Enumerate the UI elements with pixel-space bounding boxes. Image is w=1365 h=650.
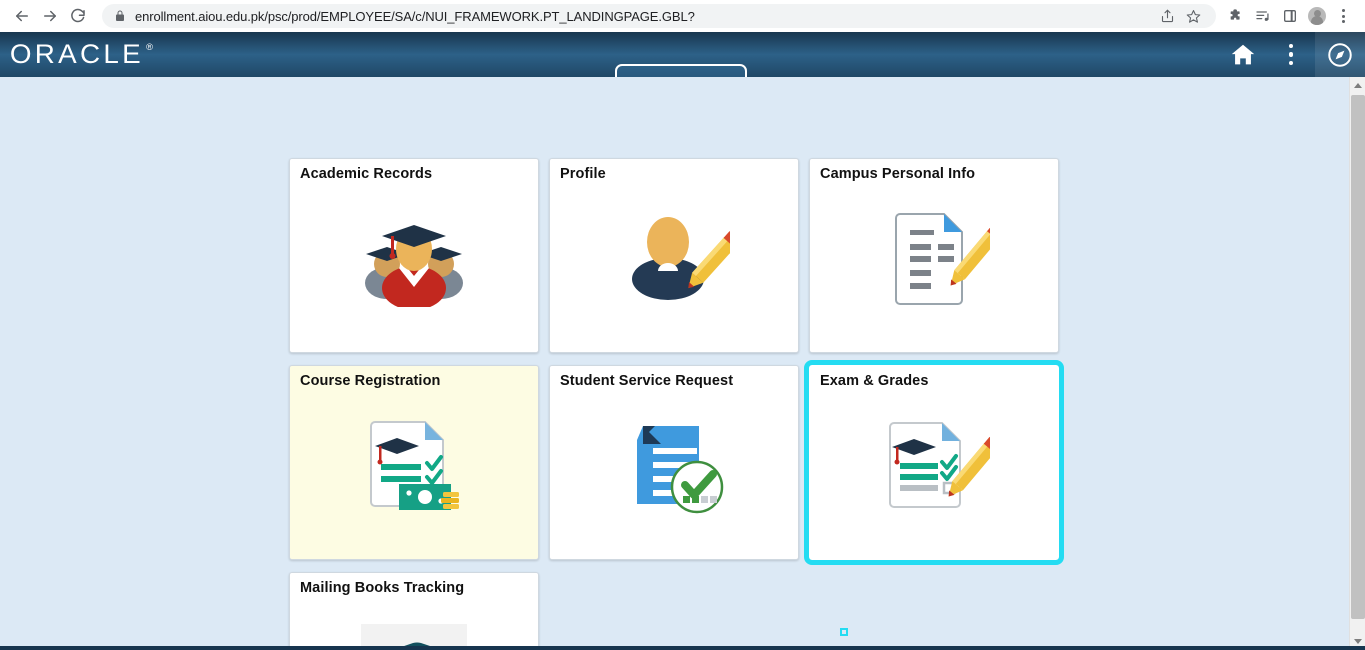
oracle-app-header: ORACLE ® Homepage	[0, 32, 1365, 105]
tile-student-service-request[interactable]: Student Service Request	[549, 365, 799, 560]
avatar[interactable]	[1303, 3, 1330, 29]
side-panel-icon[interactable]	[1276, 3, 1303, 29]
lock-icon	[114, 10, 126, 22]
scroll-down-arrow-icon	[1354, 639, 1362, 644]
actions-three-dot-icon[interactable]	[1267, 32, 1315, 77]
homepage-content: Academic Records Profile Campus Personal…	[0, 77, 1365, 650]
scroll-up-arrow-icon	[1354, 83, 1362, 88]
blue-document-check-icon	[550, 412, 798, 517]
bottom-strip	[0, 646, 1365, 650]
scroll-up-button[interactable]	[1350, 77, 1365, 94]
puzzle-icon[interactable]	[1222, 3, 1249, 29]
compass-navbar-icon[interactable]	[1315, 32, 1365, 77]
address-bar[interactable]: enrollment.aiou.edu.pk/psc/prod/EMPLOYEE…	[102, 4, 1216, 28]
person-pencil-icon	[550, 205, 798, 310]
tile-academic-records[interactable]: Academic Records	[289, 158, 539, 353]
tile-exam-and-grades[interactable]: Exam & Grades	[804, 360, 1064, 565]
tile-title: Mailing Books Tracking	[300, 580, 465, 596]
oracle-logo: ORACLE ®	[10, 41, 156, 68]
browser-toolbar: enrollment.aiou.edu.pk/psc/prod/EMPLOYEE…	[0, 0, 1365, 32]
grades-document-pencil-icon	[810, 412, 1058, 517]
tile-campus-personal-info[interactable]: Campus Personal Info	[809, 158, 1059, 353]
back-button[interactable]	[8, 2, 36, 30]
books-stack-icon	[290, 613, 538, 650]
tile-title: Course Registration	[300, 373, 441, 389]
three-dot-menu-icon[interactable]	[1330, 3, 1357, 29]
browser-action-icons	[1222, 3, 1357, 29]
share-icon[interactable]	[1154, 5, 1180, 27]
oracle-logo-mark: ®	[146, 42, 157, 52]
tile-title: Academic Records	[300, 166, 433, 182]
home-icon[interactable]	[1219, 32, 1267, 77]
url-text: enrollment.aiou.edu.pk/psc/prod/EMPLOYEE…	[135, 8, 695, 24]
scroll-thumb[interactable]	[1351, 95, 1365, 619]
forward-button[interactable]	[36, 2, 64, 30]
document-pencil-icon	[810, 205, 1058, 310]
tile-title: Profile	[560, 166, 606, 182]
tile-mailing-books-tracking[interactable]: Mailing Books Tracking	[289, 572, 539, 650]
tile-grid: Academic Records Profile Campus Personal…	[289, 158, 1064, 650]
tile-title: Exam & Grades	[820, 373, 929, 389]
reload-button[interactable]	[64, 2, 92, 30]
selection-marker	[840, 628, 848, 636]
graduates-icon	[290, 205, 538, 310]
tile-course-registration[interactable]: Course Registration	[289, 365, 539, 560]
avatar-icon	[1307, 7, 1326, 25]
header-actions	[1219, 32, 1365, 77]
star-icon[interactable]	[1180, 5, 1206, 27]
tile-title: Campus Personal Info	[820, 166, 976, 182]
course-money-document-icon	[290, 412, 538, 517]
reading-list-icon[interactable]	[1249, 3, 1276, 29]
oracle-logo-text: ORACLE	[9, 39, 145, 69]
page-scrollbar[interactable]	[1349, 77, 1365, 650]
tile-profile[interactable]: Profile	[549, 158, 799, 353]
tile-title: Student Service Request	[560, 373, 734, 389]
